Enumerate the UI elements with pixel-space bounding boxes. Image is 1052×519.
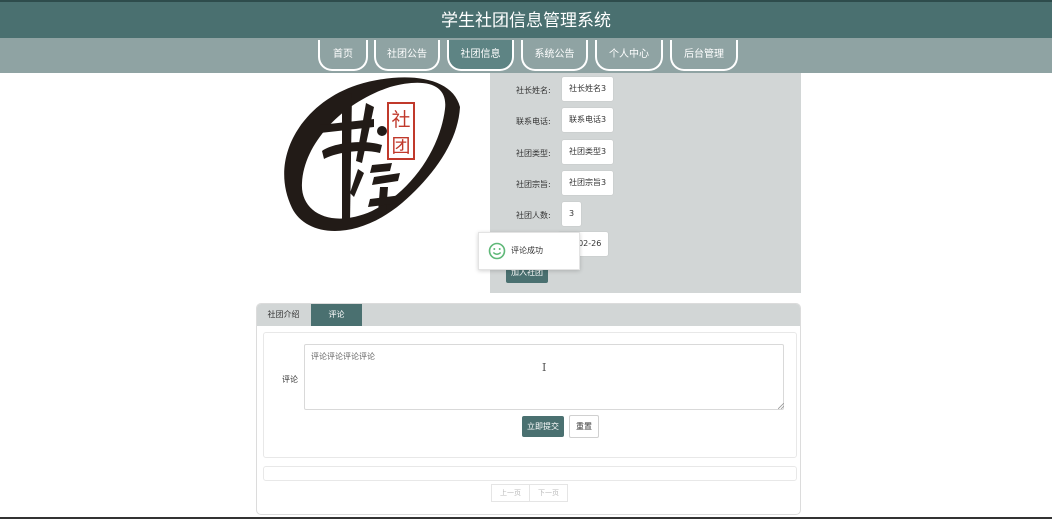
club-type-value: 社团类型3 — [562, 140, 614, 164]
club-logo: 社 团 — [262, 73, 472, 243]
app-header: 学生社团信息管理系统 — [0, 0, 1052, 38]
prev-page-button[interactable]: 上一页 — [492, 485, 529, 501]
nav-item-personal-center[interactable]: 个人中心 — [595, 40, 663, 71]
club-purpose-label: 社团宗旨: — [516, 180, 551, 189]
seal-char-2: 团 — [391, 135, 410, 157]
main-nav: 首页 社团公告 社团信息 系统公告 个人中心 后台管理 — [0, 38, 1052, 73]
success-toast: 评论成功 — [478, 232, 580, 270]
next-page-button[interactable]: 下一页 — [529, 485, 567, 501]
detail-tab-card: 社团介绍 评论 评论 评论评论评论评论 I 立即提交 重置 上一页 下一页 — [256, 303, 801, 515]
member-count-label: 社团人数: — [516, 211, 551, 220]
tab-comments[interactable]: 评论 — [311, 304, 362, 326]
comment-label: 评论 — [282, 375, 298, 384]
text-cursor-icon: I — [542, 361, 547, 374]
app-title: 学生社团信息管理系统 — [441, 11, 611, 31]
tab-bar: 社团介绍 评论 — [257, 304, 800, 326]
comment-list — [263, 466, 797, 481]
seal-char-1: 社 — [391, 109, 410, 131]
nav-item-system-notice[interactable]: 系统公告 — [521, 40, 588, 71]
smile-icon — [488, 242, 506, 260]
calligraphy-logo-image: 社 团 — [284, 77, 460, 232]
nav-item-club-notice[interactable]: 社团公告 — [374, 40, 440, 71]
leader-name-label: 社长姓名: — [516, 86, 551, 95]
comment-form: 评论 评论评论评论评论 I 立即提交 重置 — [263, 332, 797, 458]
member-count-value: 3 — [562, 202, 582, 226]
club-type-label: 社团类型: — [516, 149, 551, 158]
leader-name-value: 社长姓名3 — [562, 77, 614, 101]
submit-button[interactable]: 立即提交 — [522, 416, 564, 437]
nav-item-club-info[interactable]: 社团信息 — [447, 40, 514, 71]
resize-handle-icon[interactable] — [778, 403, 784, 409]
nav-item-home[interactable]: 首页 — [318, 40, 368, 71]
club-purpose-value: 社团宗旨3 — [562, 171, 614, 195]
nav-item-admin[interactable]: 后台管理 — [670, 40, 738, 71]
pagination: 上一页 下一页 — [491, 484, 568, 502]
phone-label: 联系电话: — [516, 117, 551, 126]
reset-button[interactable]: 重置 — [569, 415, 599, 438]
phone-value: 联系电话3 — [562, 108, 614, 132]
comment-textarea[interactable]: 评论评论评论评论 — [304, 344, 784, 410]
toast-message: 评论成功 — [511, 246, 543, 255]
tab-club-intro[interactable]: 社团介绍 — [257, 304, 310, 326]
